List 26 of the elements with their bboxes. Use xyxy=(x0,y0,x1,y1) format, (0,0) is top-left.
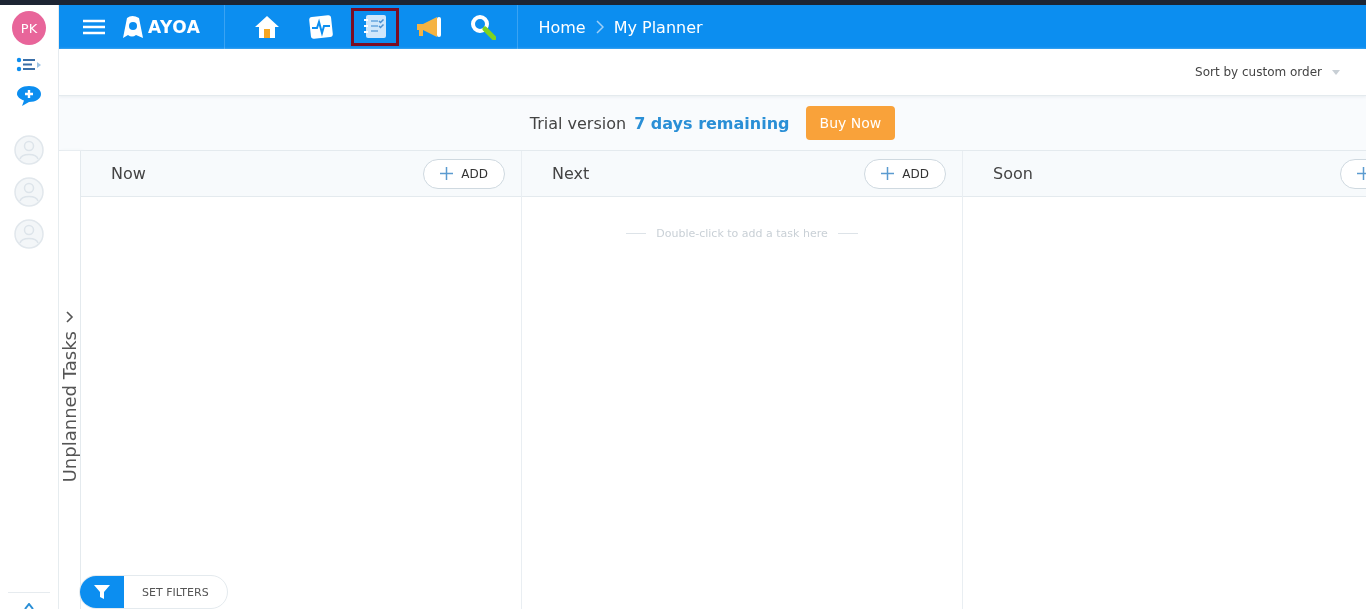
chevron-right-icon xyxy=(595,20,604,34)
search-icon xyxy=(470,14,497,40)
menu-icon[interactable] xyxy=(83,19,105,35)
notebook-icon xyxy=(362,14,389,40)
trial-message: Trial version 7 days remaining xyxy=(529,113,790,133)
add-button[interactable]: ADD xyxy=(423,158,505,189)
activity-icon xyxy=(309,15,334,39)
unplanned-tasks-label: Unplanned Tasks xyxy=(59,331,80,483)
megaphone-icon xyxy=(415,15,444,39)
plus-icon xyxy=(440,167,454,180)
list-icon[interactable] xyxy=(16,57,42,73)
column-title: Soon xyxy=(993,164,1033,183)
column-title: Now xyxy=(111,164,146,183)
filter-icon xyxy=(93,583,111,601)
nav-button[interactable] xyxy=(351,8,400,46)
set-filters-button[interactable]: SET FILTERS xyxy=(79,575,228,609)
home-icon xyxy=(254,15,281,39)
plus-icon xyxy=(881,167,895,180)
sort-dropdown[interactable]: Sort by custom order xyxy=(1195,65,1340,79)
add-button[interactable]: ADD xyxy=(864,158,946,189)
caret-up-icon[interactable] xyxy=(24,603,34,609)
chevron-right-icon[interactable] xyxy=(65,311,74,323)
unplanned-panel[interactable]: Unplanned Tasks xyxy=(59,151,81,609)
caret-down-icon xyxy=(1332,69,1340,75)
chat-add-icon[interactable] xyxy=(16,85,42,107)
column-title: Next xyxy=(552,164,590,183)
